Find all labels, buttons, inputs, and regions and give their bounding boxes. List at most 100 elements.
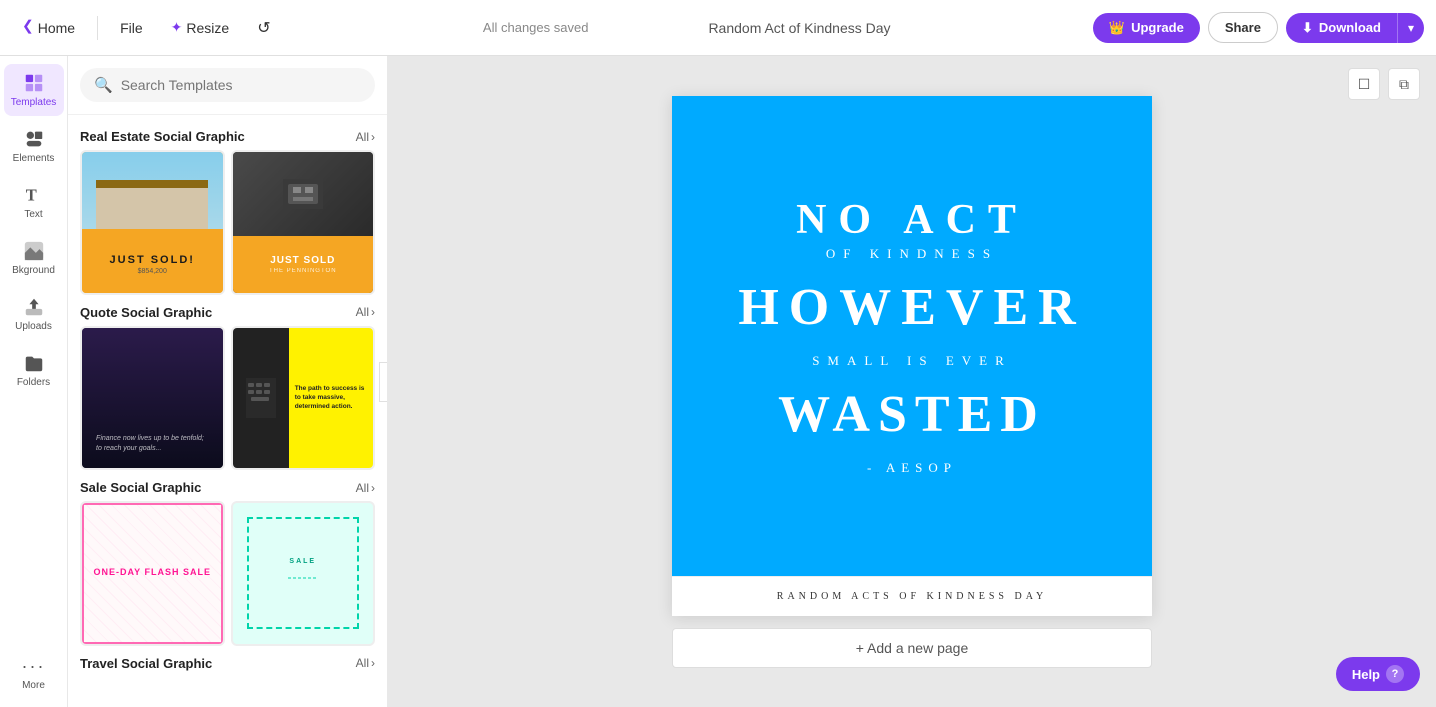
chevron-left-icon: ❯: [22, 19, 34, 36]
sidebar-item-text[interactable]: T Text: [4, 176, 64, 228]
sidebar-item-elements[interactable]: Elements: [4, 120, 64, 172]
sidebar-item-folders[interactable]: Folders: [4, 344, 64, 396]
sidebar-uploads-label: Uploads: [15, 321, 52, 332]
help-label: Help: [1352, 667, 1380, 682]
search-bar: 🔍: [68, 56, 387, 115]
quote-title: Quote Social Graphic: [80, 305, 212, 320]
topbar-left: ❯ Home File ✦ Resize ↺: [12, 12, 281, 44]
share-label: Share: [1225, 20, 1261, 35]
canvas-footer: RANDOM ACTS OF KINDNESS DAY: [672, 576, 1152, 616]
topbar-right: 👑 Upgrade Share ⬇ Download ▾: [1093, 12, 1424, 43]
download-button-group: ⬇ Download ▾: [1286, 13, 1424, 43]
quote-section-header: Quote Social Graphic All ›: [68, 295, 387, 326]
download-icon: ⬇: [1302, 20, 1313, 36]
design-line3: HOWEVER: [738, 278, 1085, 337]
re2-sub-text: THE PENNINGTON: [269, 268, 337, 274]
q1-text: Finance now lives up to be tenfold; to r…: [96, 434, 208, 454]
template-item[interactable]: Finance now lives up to be tenfold; to r…: [80, 326, 225, 471]
travel-title: Travel Social Graphic: [80, 656, 212, 671]
download-arrow-button[interactable]: ▾: [1398, 14, 1424, 42]
home-label: Home: [38, 20, 75, 36]
sidebar-more-label: More: [22, 680, 45, 691]
svg-text:T: T: [25, 186, 36, 205]
resize-button[interactable]: ✦ Resize: [161, 13, 240, 42]
sidebar-folders-label: Folders: [17, 377, 50, 388]
file-label: File: [120, 20, 143, 36]
sidebar-item-more[interactable]: ··· More: [4, 648, 64, 699]
re2-sold-text: JUST SOLD: [270, 255, 335, 266]
canvas-bottom-bar: 68% ⊞ ⤢: [388, 667, 1436, 695]
topbar-center: All changes saved Random Act of Kindness…: [289, 20, 1085, 36]
quote-all-label: All: [356, 305, 369, 319]
sidebar-item-background[interactable]: Bkground: [4, 232, 64, 284]
templates-panel: 🔍 Real Estate Social Graphic All ›: [68, 56, 388, 707]
travel-all-button[interactable]: All ›: [356, 656, 375, 670]
real-estate-title: Real Estate Social Graphic: [80, 129, 245, 144]
travel-all-label: All: [356, 656, 369, 670]
travel-section-header: Travel Social Graphic All ›: [68, 646, 387, 677]
folders-icon: [23, 352, 45, 374]
sale-title: Sale Social Graphic: [80, 480, 201, 495]
home-button[interactable]: ❯ Home: [12, 13, 85, 42]
search-input-wrap: 🔍: [80, 68, 375, 102]
real-estate-all-button[interactable]: All ›: [356, 130, 375, 144]
download-main-button[interactable]: ⬇ Download: [1286, 13, 1398, 43]
sidebar-item-templates[interactable]: Templates: [4, 64, 64, 116]
sale-all-button[interactable]: All ›: [356, 481, 375, 495]
uploads-icon: [23, 296, 45, 318]
canvas-top-icons: ☐ ⧉: [1348, 68, 1420, 100]
templates-scroll: Real Estate Social Graphic All › JUST SO…: [68, 115, 387, 707]
canvas-footer-text: RANDOM ACTS OF KINDNESS DAY: [777, 591, 1047, 602]
add-page-label: + Add a new page: [856, 640, 969, 656]
chevron-right-icon: ›: [371, 130, 375, 144]
chevron-right-icon: ›: [371, 481, 375, 495]
collapse-panel-button[interactable]: ‹: [379, 362, 388, 402]
copy-icon: ⧉: [1399, 76, 1409, 93]
more-dots-icon: ···: [22, 656, 46, 677]
frame-view-button[interactable]: ☐: [1348, 68, 1380, 100]
quote-all-button[interactable]: All ›: [356, 305, 375, 319]
real-estate-all-label: All: [356, 130, 369, 144]
design-line6: - AESOP: [867, 460, 957, 476]
keyboard-img-icon: [246, 378, 276, 418]
sale-all-label: All: [356, 481, 369, 495]
topbar: ❯ Home File ✦ Resize ↺ All changes saved…: [0, 0, 1436, 56]
elements-icon: [23, 128, 45, 150]
canvas-design[interactable]: NO ACT OF KINDNESS HOWEVER SMALL IS EVER…: [672, 96, 1152, 576]
sidebar-text-label: Text: [24, 209, 42, 220]
document-title: Random Act of Kindness Day: [708, 20, 890, 36]
search-icon: 🔍: [94, 76, 113, 94]
search-input[interactable]: [121, 77, 361, 93]
undo-button[interactable]: ↺: [247, 12, 280, 44]
sidebar-item-uploads[interactable]: Uploads: [4, 288, 64, 340]
upgrade-label: Upgrade: [1131, 20, 1184, 35]
q2-quote-text: The path to success is to take massive, …: [295, 384, 367, 411]
sale-decoration-icon: [288, 568, 318, 588]
frame-icon: ☐: [1358, 76, 1371, 93]
text-icon: T: [23, 184, 45, 206]
autosave-status: All changes saved: [483, 20, 589, 36]
design-line2: OF KINDNESS: [826, 246, 998, 262]
share-button[interactable]: Share: [1208, 12, 1278, 43]
template-item[interactable]: The path to success is to take massive, …: [231, 326, 376, 471]
copy-page-button[interactable]: ⧉: [1388, 68, 1420, 100]
template-item[interactable]: JUST SOLD THE PENNINGTON: [231, 150, 376, 295]
template-item[interactable]: ONE-DAY FLASH SALE: [80, 501, 225, 646]
sale-section-header: Sale Social Graphic All ›: [68, 470, 387, 501]
quote-grid: Finance now lives up to be tenfold; to r…: [68, 326, 387, 471]
help-button[interactable]: Help ?: [1336, 657, 1420, 691]
undo-icon: ↺: [257, 18, 270, 38]
help-icon: ?: [1386, 665, 1404, 683]
chevron-right-icon: ›: [371, 656, 375, 670]
upgrade-button[interactable]: 👑 Upgrade: [1093, 13, 1200, 43]
template-item[interactable]: JUST SOLD! $854,200: [80, 150, 225, 295]
canvas-area: ☐ ⧉ NO ACT OF KINDNESS HOWEVER SMALL IS …: [388, 56, 1436, 707]
re1-price-text: $854,200: [138, 268, 167, 275]
sidebar-background-label: Bkground: [12, 265, 55, 276]
file-button[interactable]: File: [110, 14, 153, 42]
s2-text: SALE: [289, 558, 316, 565]
design-line5: WASTED: [778, 385, 1046, 444]
add-page-button[interactable]: + Add a new page: [672, 628, 1152, 668]
sidebar-icons: Templates Elements T Text Bkground: [0, 56, 68, 707]
template-item[interactable]: SALE: [231, 501, 376, 646]
